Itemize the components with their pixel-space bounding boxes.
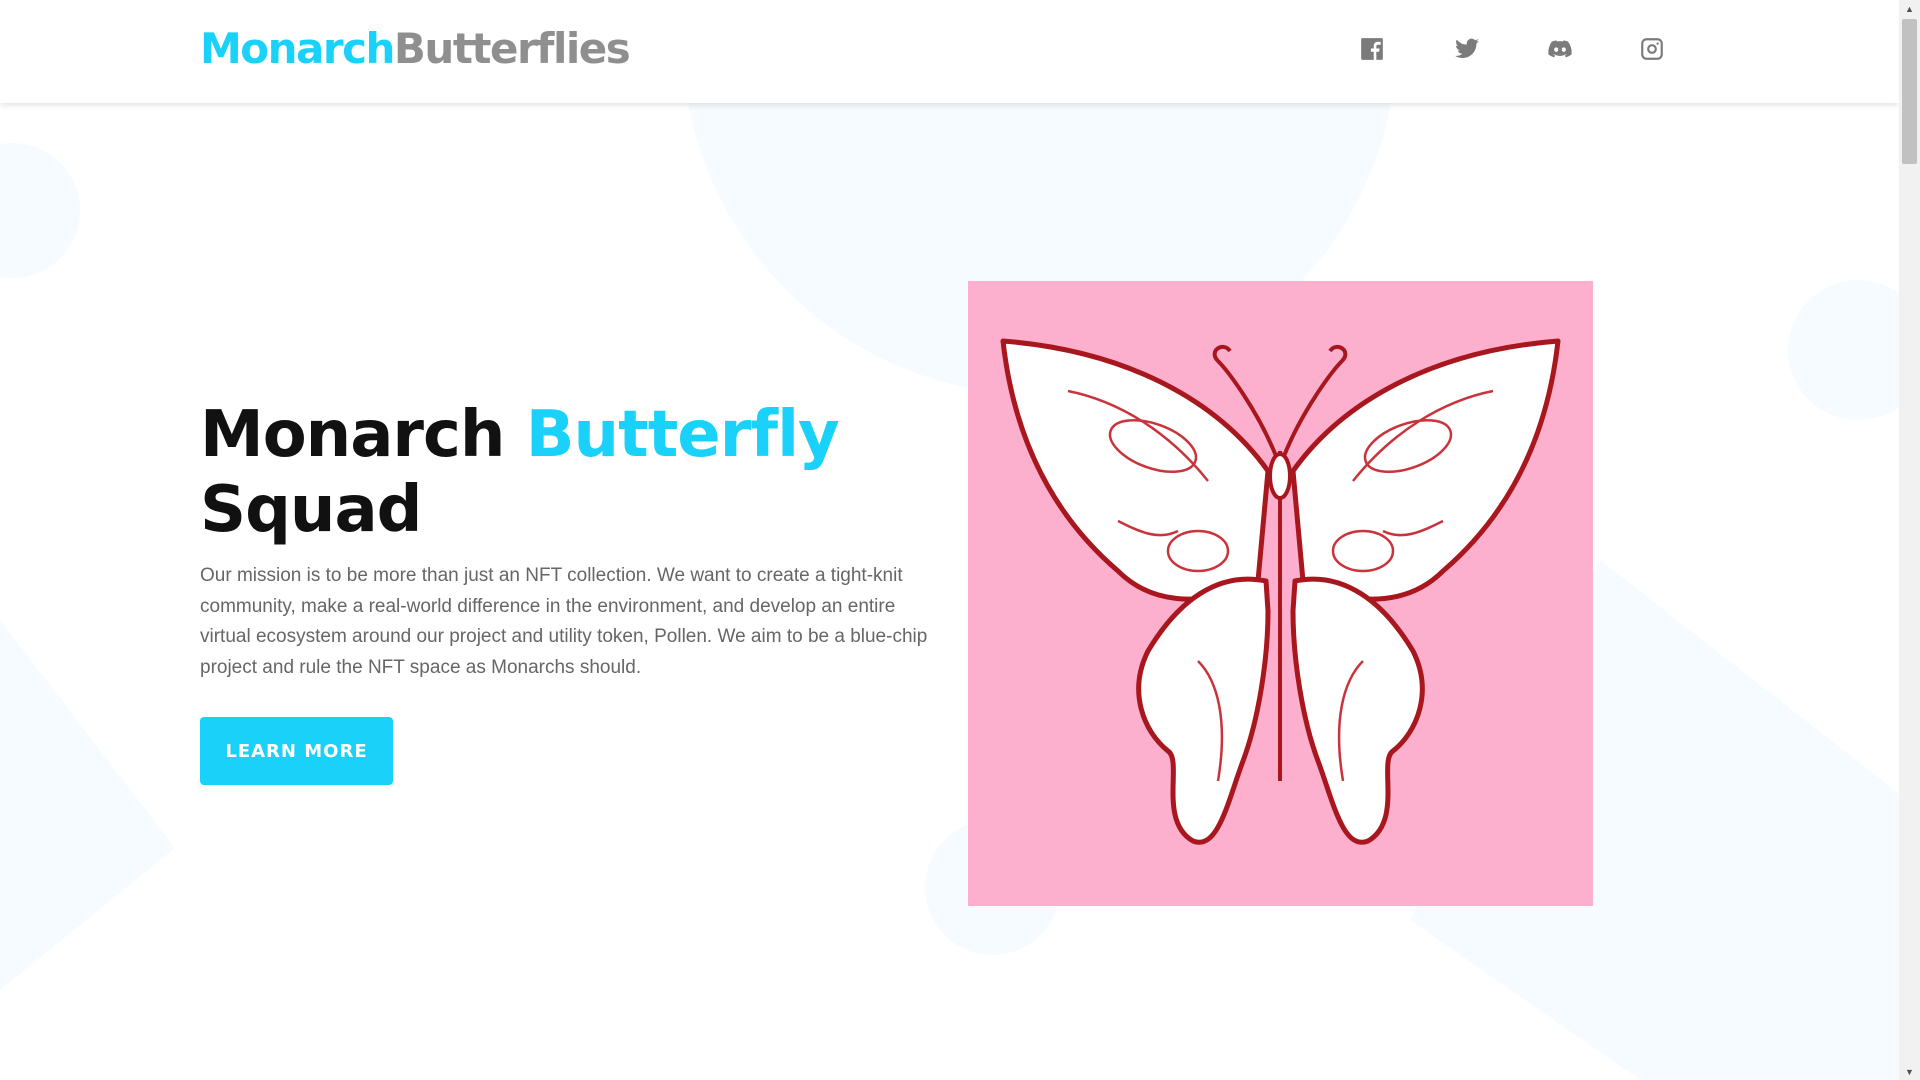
scroll-thumb[interactable] bbox=[1902, 19, 1917, 164]
discord-link[interactable] bbox=[1545, 34, 1575, 64]
hero-title-part1: Monarch bbox=[200, 398, 526, 472]
discord-icon bbox=[1548, 40, 1572, 58]
hero-title-part2: Squad bbox=[200, 473, 422, 547]
facebook-link[interactable] bbox=[1357, 34, 1387, 64]
facebook-icon bbox=[1361, 38, 1383, 60]
hero-description: Our mission is to be more than just an N… bbox=[200, 565, 928, 678]
page-scrollbar[interactable]: ▲ ▼ bbox=[1899, 0, 1920, 1080]
learn-more-button[interactable]: LEARN MORE bbox=[200, 717, 393, 785]
twitter-link[interactable] bbox=[1452, 34, 1482, 64]
instagram-link[interactable] bbox=[1637, 34, 1667, 64]
twitter-icon bbox=[1455, 38, 1479, 58]
site-logo[interactable]: MonarchButterflies bbox=[200, 24, 631, 73]
logo-primary-text: Monarch bbox=[200, 24, 395, 73]
logo-secondary-text: Butterflies bbox=[393, 24, 631, 73]
scroll-down-arrow[interactable]: ▼ bbox=[1899, 1063, 1920, 1080]
site-header: MonarchButterflies bbox=[0, 0, 1899, 103]
hero-title-accent: Butterfly bbox=[525, 398, 840, 472]
butterfly-illustration bbox=[1000, 338, 1561, 845]
scroll-up-arrow[interactable]: ▲ bbox=[1899, 0, 1920, 17]
instagram-icon bbox=[1641, 38, 1663, 60]
hero-title: Monarch Butterfly Squad bbox=[200, 398, 940, 548]
background-circle-left bbox=[0, 143, 80, 278]
butterfly-artwork bbox=[968, 281, 1593, 906]
